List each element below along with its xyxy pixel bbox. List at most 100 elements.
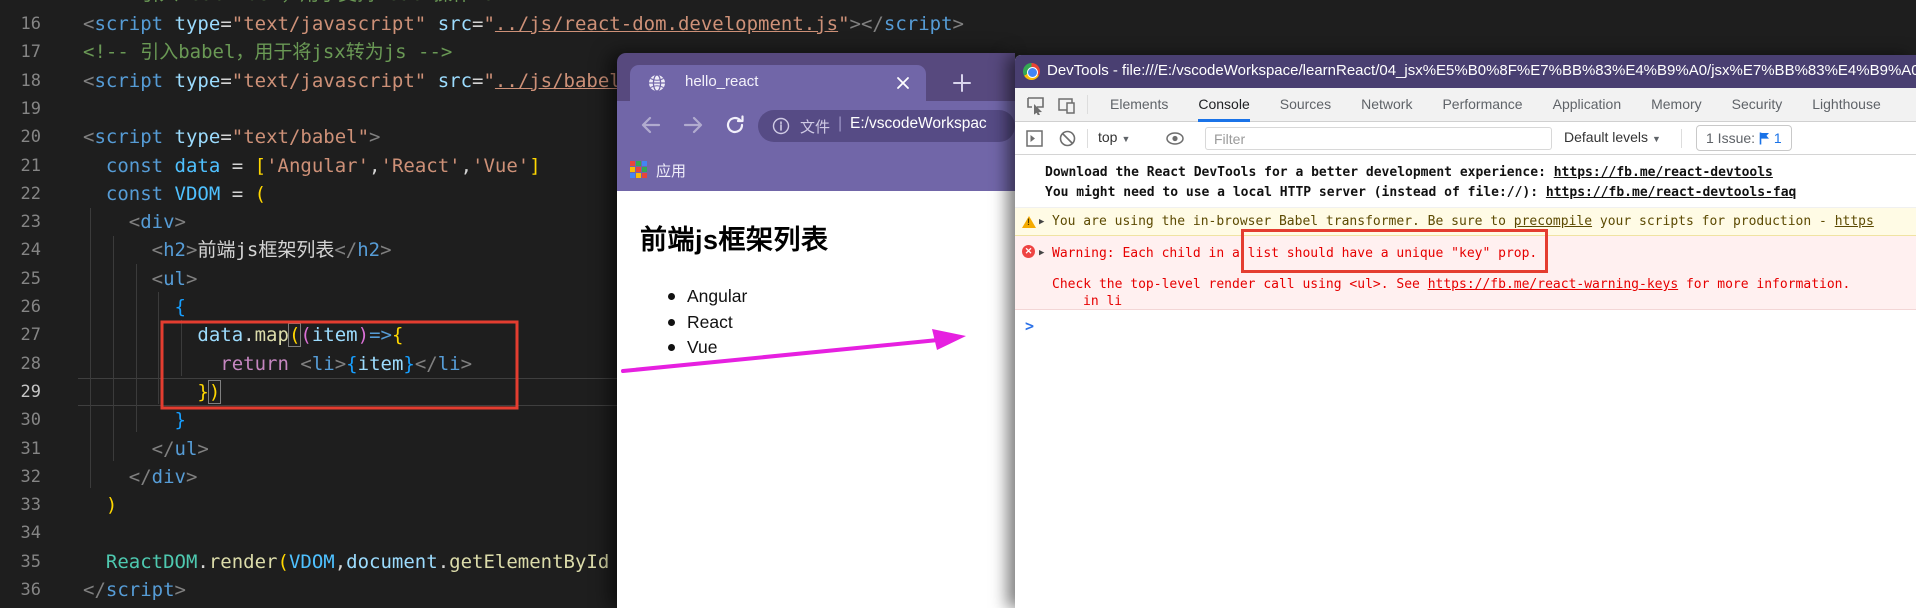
devtools-tab-network[interactable]: Network <box>1361 88 1412 122</box>
address-separator: | <box>838 115 843 132</box>
indent-guide <box>181 320 182 376</box>
warning-icon <box>1022 216 1036 228</box>
console-link[interactable]: https <box>1835 214 1874 229</box>
code-line-25: <ul> <box>151 267 198 290</box>
line-number-17: 17 <box>20 42 41 63</box>
console-text: You are using the in-browser Babel trans… <box>1052 214 1514 229</box>
line-number-16: 16 <box>20 14 41 34</box>
code-line-28: return <li>{item}</li> <box>220 352 473 375</box>
console-link[interactable]: https://fb.me/react-devtools <box>1554 165 1773 180</box>
line-number-18: 18 <box>20 70 41 91</box>
live-expression-eye-icon[interactable] <box>1165 130 1185 147</box>
devtools-window: DevTools - file:///E:/vscodeWorkspace/le… <box>1015 55 1916 608</box>
code-line-36: </script> <box>83 579 186 601</box>
devtools-title: DevTools - file:///E:/vscodeWorkspace/le… <box>1047 62 1916 79</box>
log-levels-dropdown[interactable]: Default levels ▼ <box>1564 129 1661 145</box>
devtools-tab-elements[interactable]: Elements <box>1110 88 1168 122</box>
new-tab-button[interactable] <box>950 71 974 95</box>
address-url: E:/vscodeWorkspac <box>850 115 987 132</box>
indent-guide <box>90 208 91 488</box>
line-number-27: 27 <box>20 325 41 346</box>
browser-tab-hello-react[interactable]: hello_react <box>630 65 926 101</box>
line-number-36: 36 <box>20 580 41 600</box>
devtools-tabbar: Elements Console Sources Network Performance… <box>1015 88 1916 122</box>
code-line-32: </div> <box>128 465 198 488</box>
apps-grid-icon[interactable] <box>630 161 647 178</box>
tab-title: hello_react <box>685 73 759 90</box>
code-line-18: <script type="text/javascript" src="../j… <box>83 69 621 92</box>
list-item-vue: Vue <box>667 335 747 361</box>
page-heading: 前端js框架列表 <box>640 225 829 255</box>
list-item-angular: Angular <box>667 284 747 310</box>
chrome-window: hello_react 文件 | E:/vscodeWorkspac 应用 前端… <box>617 53 1015 608</box>
devtools-tab-console[interactable]: Console <box>1198 88 1249 122</box>
issue-flag-icon <box>1759 132 1769 145</box>
code-line-35: ReactDOM.render(VDOM,document.getElement… <box>105 550 610 573</box>
console-toolbar: top▼ Default levels▼ 1 Issue: 1 <box>1015 122 1916 155</box>
console-line: Check the top-level render call using <u… <box>1052 277 1850 292</box>
screen: <!-- 引入react-dom，用于支持react操作DOM --> 16 17… <box>0 0 1916 608</box>
expand-triangle-icon[interactable]: ▶ <box>1039 248 1044 258</box>
line-number-35: 35 <box>20 551 41 572</box>
device-toolbar-icon[interactable] <box>1057 96 1076 115</box>
red-annotation-box-console: list should have a unique "key" prop. <box>1240 229 1549 273</box>
devtools-tab-application[interactable]: Application <box>1553 88 1622 122</box>
line-number-22: 22 <box>20 183 41 204</box>
console-prompt-chevron[interactable]: > <box>1025 317 1034 335</box>
devtools-tab-sources[interactable]: Sources <box>1280 88 1331 122</box>
address-bar[interactable]: 文件 | E:/vscodeWorkspac <box>758 110 1015 142</box>
code-line-24: <h2>前端js框架列表</h2> <box>151 239 392 262</box>
line-number-23: 23 <box>20 212 41 233</box>
tab-close-icon[interactable] <box>894 74 912 92</box>
console-messages[interactable]: Download the React DevTools for a better… <box>1015 155 1916 608</box>
code-line-21: const data = ['Angular','React','Vue'] <box>105 154 541 177</box>
expand-triangle-icon[interactable]: ▶ <box>1039 217 1044 227</box>
clipped-code-line: <!-- 引入react-dom，用于支持react操作DOM --> <box>83 0 783 6</box>
error-icon: ✕ <box>1022 245 1035 258</box>
console-line: You are using the in-browser Babel trans… <box>1052 214 1874 229</box>
line-number-24: 24 <box>20 240 41 261</box>
issues-button[interactable]: 1 Issue: 1 <box>1696 125 1792 151</box>
indent-guide <box>136 264 137 432</box>
console-text: in li <box>1083 294 1123 309</box>
line-number-33: 33 <box>20 495 41 516</box>
info-icon[interactable] <box>772 117 790 135</box>
code-line-26: { <box>174 296 186 318</box>
address-scheme: 文件 <box>800 119 831 136</box>
inspect-element-icon[interactable] <box>1026 96 1045 115</box>
devtools-tab-performance[interactable]: Performance <box>1442 88 1522 122</box>
indent-guide <box>158 292 159 404</box>
console-link[interactable]: https://fb.me/react-warning-keys <box>1428 277 1678 292</box>
line-number-20: 20 <box>20 127 41 148</box>
clear-console-icon[interactable] <box>1058 129 1077 148</box>
console-text: Download the React DevTools for a better… <box>1045 165 1554 180</box>
devtools-titlebar: DevTools - file:///E:/vscodeWorkspace/le… <box>1015 55 1916 88</box>
bookmark-apps-label[interactable]: 应用 <box>656 160 686 181</box>
console-link[interactable]: precompile <box>1514 214 1592 229</box>
code-line-17: <!-- 引入babel，用于将jsx转为js --> <box>83 41 453 64</box>
console-text: Warning: Each child in a <box>1052 246 1248 261</box>
divider <box>1087 95 1088 114</box>
divider <box>1681 129 1682 148</box>
console-text: your scripts for production - <box>1592 214 1835 229</box>
console-link[interactable]: https://fb.me/react-devtools-faq <box>1546 185 1796 200</box>
reload-icon[interactable] <box>723 113 747 137</box>
code-line-23: <div> <box>128 211 186 234</box>
chrome-logo-icon <box>1023 63 1040 80</box>
devtools-tab-lighthouse[interactable]: Lighthouse <box>1812 88 1881 122</box>
console-sidebar-icon[interactable] <box>1025 129 1044 148</box>
console-filter-input[interactable] <box>1205 127 1552 150</box>
context-selector[interactable]: top ▼ <box>1098 129 1130 145</box>
line-number-19: 19 <box>20 98 41 119</box>
code-line-16: <script type="text/javascript" src="../j… <box>83 13 964 35</box>
browser-navbar: 文件 | E:/vscodeWorkspac <box>617 101 1015 150</box>
console-text: You might need to use a local HTTP serve… <box>1045 185 1546 200</box>
devtools-tab-memory[interactable]: Memory <box>1651 88 1702 122</box>
line-number-34: 34 <box>20 523 41 544</box>
code-line-29: }) <box>197 379 222 404</box>
devtools-tab-security[interactable]: Security <box>1732 88 1783 122</box>
browser-page-content: 前端js框架列表 Angular React Vue <box>617 191 1015 608</box>
back-icon[interactable] <box>639 113 663 137</box>
indent-guide <box>113 236 114 461</box>
forward-icon[interactable] <box>681 113 705 137</box>
